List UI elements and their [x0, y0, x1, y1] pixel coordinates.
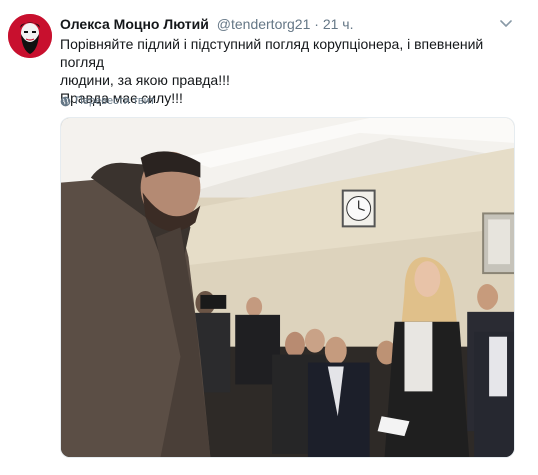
photo-image [61, 118, 514, 457]
translate-label: Перевести твит [75, 95, 155, 107]
author-handle[interactable]: @tendertorg21 [217, 16, 311, 32]
avatar-image [8, 14, 52, 58]
tweet-timestamp[interactable]: 21 ч. [323, 16, 354, 32]
tweet-text-line: людини, за якою правда!!! [60, 72, 230, 88]
globe-icon [60, 96, 71, 106]
tweet-card: Олекса Моцно Лютий @tendertorg21 · 21 ч.… [0, 0, 538, 475]
author-name[interactable]: Олекса Моцно Лютий [60, 16, 209, 32]
separator-dot: · [314, 16, 319, 32]
tweet-photo[interactable] [60, 117, 515, 458]
chevron-down-icon[interactable] [498, 16, 514, 32]
avatar[interactable] [8, 14, 52, 58]
translate-tweet-link[interactable]: Перевести твит [60, 93, 155, 109]
tweet-text-line: Порівняйте підлий і підступний погляд ко… [60, 36, 484, 70]
tweet-header: Олекса Моцно Лютий @tendertorg21 · 21 ч. [60, 14, 353, 34]
